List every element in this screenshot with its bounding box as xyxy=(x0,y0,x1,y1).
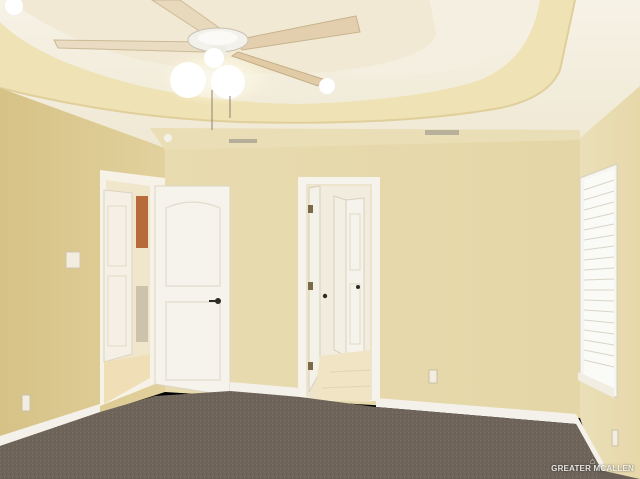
recessed-light-center xyxy=(319,78,335,94)
air-vent xyxy=(425,130,459,135)
smoke-detector xyxy=(164,134,172,142)
left-door xyxy=(154,185,231,397)
room-photo: ⌂ GREATER MCALLEN xyxy=(0,0,640,479)
light-switch xyxy=(65,251,81,269)
center-doorway xyxy=(298,177,380,402)
outlet-right xyxy=(611,429,619,447)
return-vent xyxy=(229,139,257,143)
watermark-text: GREATER MCALLEN xyxy=(551,464,634,473)
window-with-blinds xyxy=(578,163,618,399)
watermark-logo: ⌂ GREATER MCALLEN xyxy=(551,457,634,473)
outlet-left xyxy=(21,394,31,412)
outlet-back xyxy=(428,369,438,384)
room-illustration xyxy=(0,0,640,479)
